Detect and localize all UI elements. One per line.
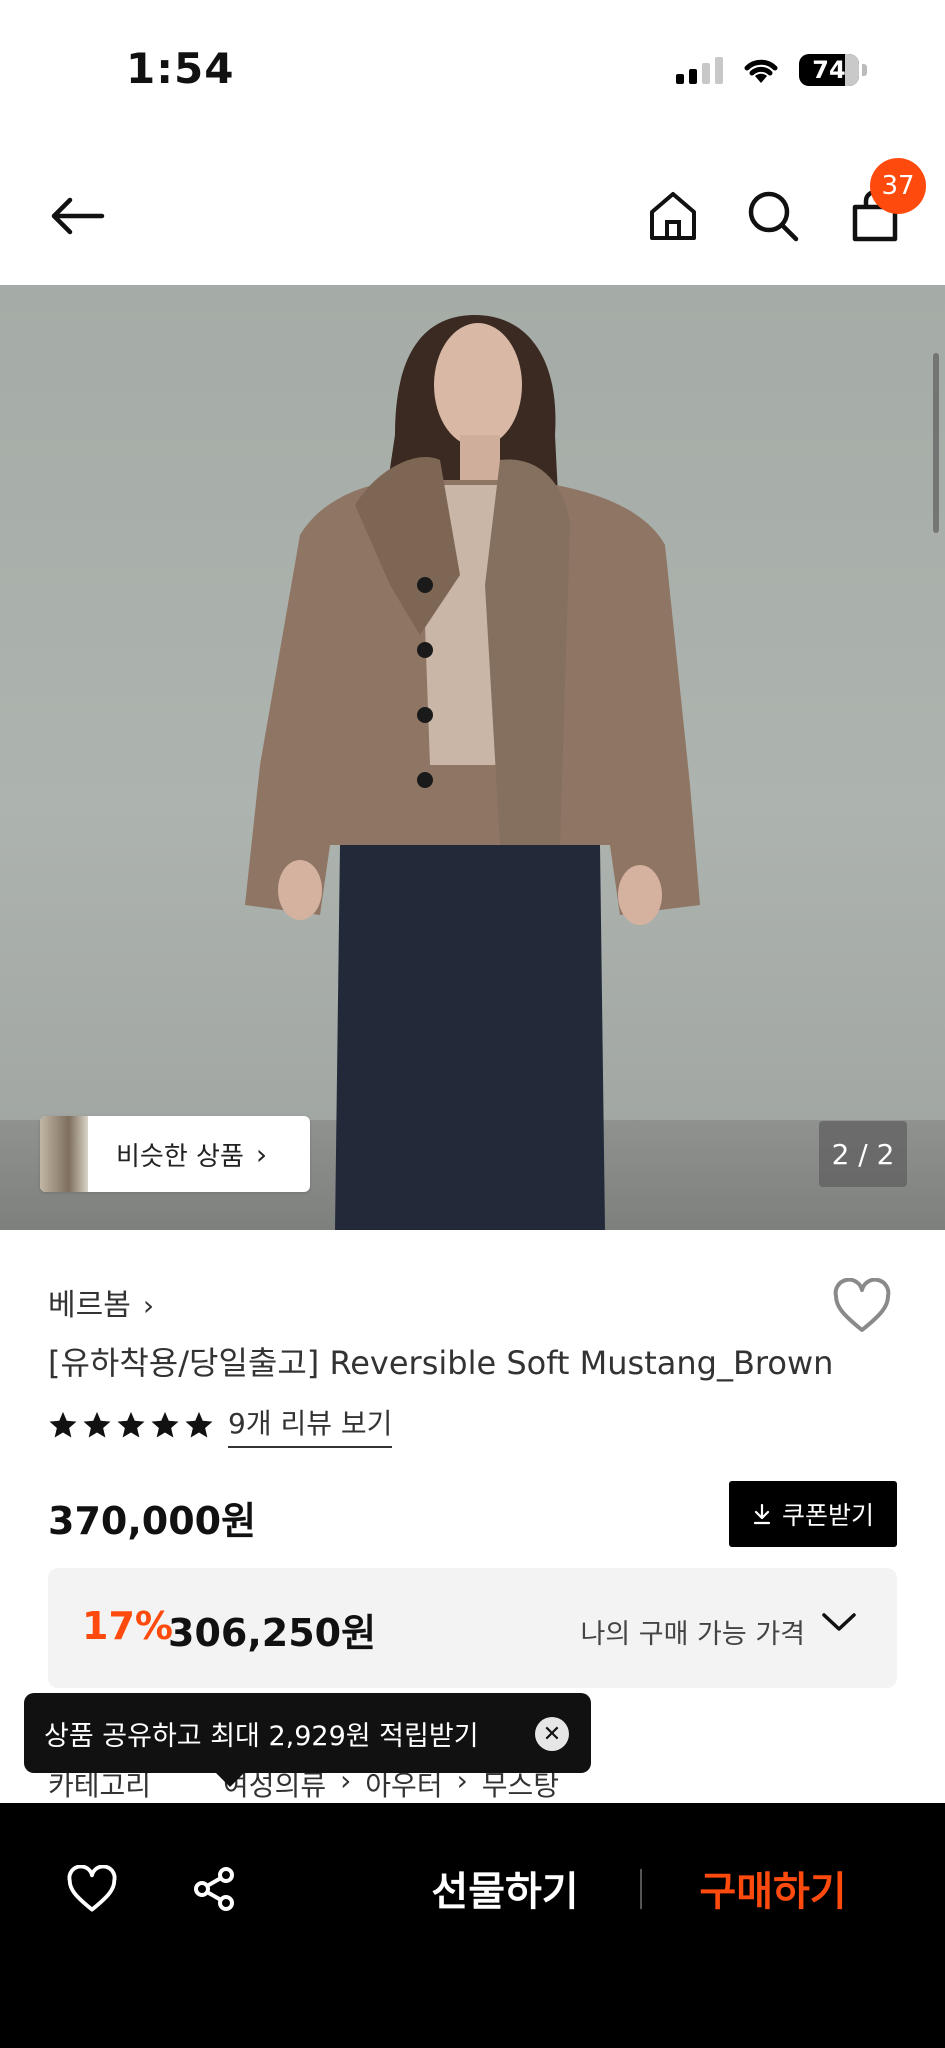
review-link[interactable]: 9개 리뷰 보기 — [228, 1402, 393, 1448]
gallery-scroll-indicator — [933, 353, 939, 533]
product-detail-page: 1:54 74 37 비슷한 상품 › 2 / 2 베르봄 › [유하착용/당일… — [0, 0, 945, 2048]
star-icon — [83, 1411, 111, 1438]
close-icon[interactable]: ✕ — [535, 1717, 569, 1751]
home-icon — [650, 192, 696, 240]
brand-name: 베르봄 — [48, 1288, 131, 1323]
coupon-download-button[interactable]: 쿠폰받기 — [729, 1481, 897, 1547]
similar-products-button[interactable]: 비슷한 상품 › — [40, 1116, 310, 1192]
star-icon — [117, 1411, 145, 1438]
original-price: 370,000원 — [48, 1499, 257, 1543]
wishlist-button[interactable] — [832, 1277, 892, 1334]
my-price-box[interactable]: 17% 306,250원 나의 구매 가능 가격 — [48, 1568, 897, 1688]
share-button[interactable] — [182, 1857, 246, 1921]
my-price-label: 나의 구매 가능 가격 — [580, 1619, 805, 1650]
sale-price: 306,250원 — [168, 1611, 377, 1655]
rating-stars — [48, 1410, 214, 1440]
bottom-action-bar: 선물하기 구매하기 — [0, 1803, 945, 2048]
status-bar: 1:54 74 — [0, 0, 945, 130]
cellular-signal-icon — [676, 56, 723, 84]
top-nav — [0, 150, 945, 285]
image-page-counter: 2 / 2 — [819, 1121, 907, 1187]
product-image-gallery[interactable]: 비슷한 상품 › 2 / 2 — [0, 285, 945, 1230]
brand-link[interactable]: 베르봄 › — [48, 1280, 154, 1324]
tooltip-text: 상품 공유하고 최대 2,929원 적립받기 — [44, 1720, 479, 1752]
home-button[interactable] — [638, 181, 708, 251]
back-arrow-icon — [51, 197, 105, 235]
wifi-icon — [744, 59, 778, 83]
back-button[interactable] — [42, 181, 112, 251]
product-title: [유하착용/당일출고] Reversible Soft Mustang_Brow… — [48, 1344, 834, 1382]
star-icon — [185, 1411, 213, 1438]
bottom-wishlist-button[interactable] — [60, 1857, 124, 1921]
star-icon — [49, 1411, 77, 1438]
coupon-label: 쿠폰받기 — [781, 1501, 874, 1530]
gift-button[interactable]: 선물하기 — [415, 1859, 595, 1919]
similar-products-label: 비슷한 상품 — [116, 1141, 244, 1172]
discount-rate: 17% — [82, 1604, 173, 1648]
battery-level: 74 — [812, 56, 846, 84]
buy-button[interactable]: 구매하기 — [683, 1859, 863, 1919]
chevron-right-icon: › — [142, 1289, 155, 1322]
rating-row: 9개 리뷰 보기 — [48, 1402, 393, 1448]
share-reward-tooltip[interactable]: 상품 공유하고 최대 2,929원 적립받기 ✕ — [24, 1693, 591, 1787]
download-icon — [753, 1503, 771, 1525]
heart-outline-icon — [67, 1865, 117, 1912]
battery-icon: 74 — [799, 54, 867, 86]
search-button[interactable] — [738, 181, 808, 251]
cart-count-badge: 37 — [870, 158, 926, 214]
heart-outline-icon — [833, 1277, 891, 1332]
star-icon — [151, 1411, 179, 1438]
bottom-divider — [640, 1869, 642, 1909]
similar-product-thumbnail — [40, 1116, 88, 1192]
model-photo — [245, 315, 700, 1230]
search-icon — [748, 191, 799, 242]
share-icon — [194, 1867, 234, 1911]
status-icons: 74 — [676, 50, 867, 90]
chevron-down-icon — [822, 1613, 856, 1631]
chevron-right-icon: › — [255, 1137, 268, 1171]
status-time: 1:54 — [126, 44, 235, 93]
